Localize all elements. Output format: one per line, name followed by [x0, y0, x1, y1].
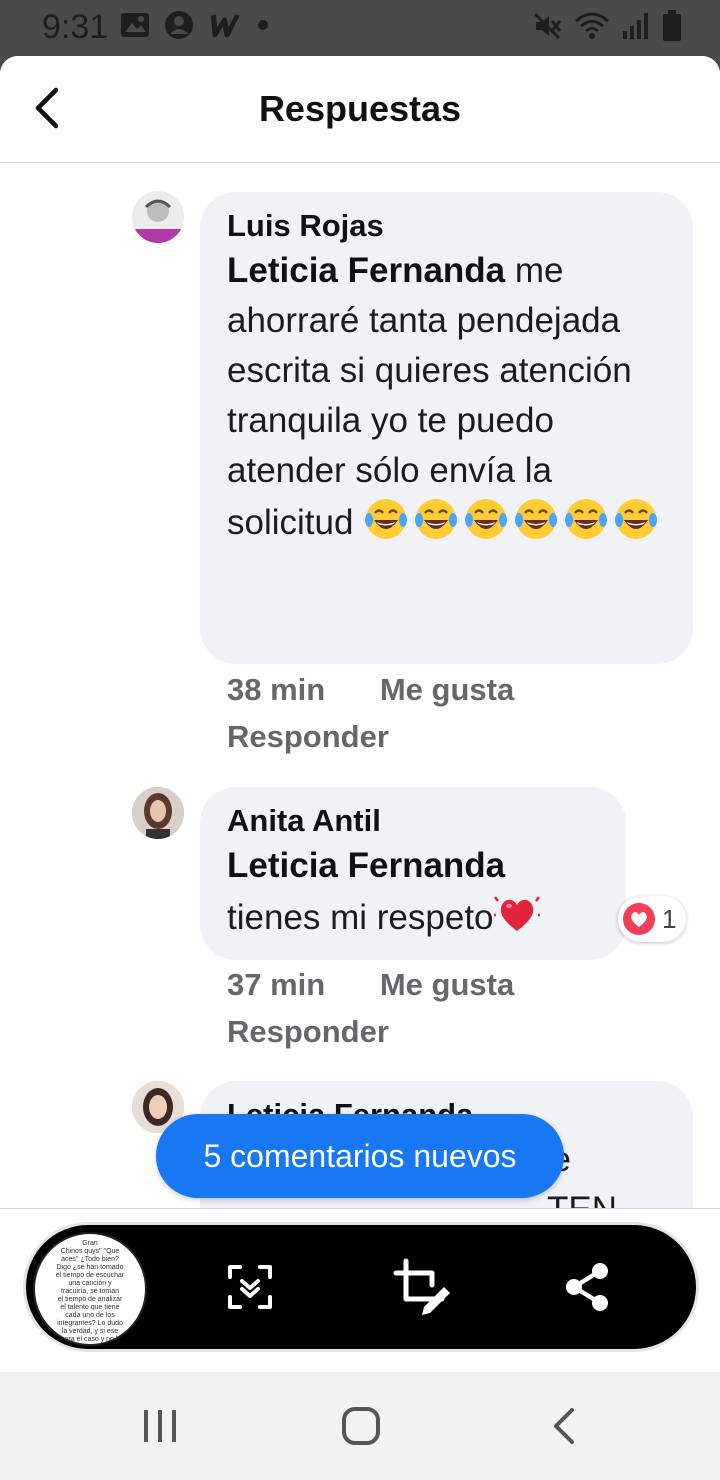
- like-button[interactable]: Me gusta: [380, 967, 514, 1002]
- thumbnail-text-line: fuera el caso y no le: [58, 1336, 122, 1343]
- signal-icon: [622, 11, 650, 46]
- avatar[interactable]: [132, 191, 184, 243]
- reply-button[interactable]: Responder: [227, 1008, 514, 1055]
- comment-body: tienes mi respeto: [227, 898, 494, 937]
- replies-sheet: Respuestas Luis Rojas Leticia Fernanda m…: [0, 56, 720, 1372]
- face-with-tears-of-joy-icon: [365, 499, 408, 539]
- thumbnail-text-line: cada uno de los: [65, 1312, 115, 1319]
- face-with-tears-of-joy-icon: [565, 499, 608, 539]
- status-right-icons: [532, 10, 682, 47]
- capture-toolbar-area: Gran Chinos quys" "Que aces" ¿Todo bien? Di…: [0, 1208, 720, 1372]
- thumbnail-text-line: el tiempo de analizar: [57, 1296, 123, 1303]
- face-with-tears-of-joy-icon: [615, 499, 658, 539]
- scroll-capture-icon: [228, 1265, 272, 1309]
- reply-button[interactable]: Responder: [227, 713, 514, 760]
- comment-bubble[interactable]: Anita Antil Leticia Fernanda tienes mi r…: [200, 787, 626, 960]
- avatar[interactable]: [132, 787, 184, 839]
- reaction-summary[interactable]: 1: [618, 896, 686, 942]
- thumbnail-text-line: aces" ¿Todo bien?: [61, 1256, 119, 1263]
- thumbnail-text-line: integrantes? Lo dudo: [57, 1320, 123, 1327]
- status-left-icons: [120, 10, 270, 45]
- recents-button[interactable]: [142, 1406, 178, 1451]
- mute-icon: [532, 11, 562, 46]
- battery-icon: [662, 10, 682, 47]
- face-with-tears-of-joy-icon: [415, 499, 458, 539]
- w-app-icon: [208, 12, 242, 43]
- header: Respuestas: [0, 56, 720, 163]
- share-icon: [566, 1263, 608, 1311]
- home-button[interactable]: [341, 1406, 381, 1451]
- back-icon: [554, 1408, 574, 1444]
- dot-icon: [256, 18, 270, 37]
- comment-text: Leticia Fernanda tienes mi respeto: [227, 841, 600, 943]
- mention-link[interactable]: Leticia Fernanda: [227, 251, 505, 290]
- status-time: 9:31: [42, 8, 109, 46]
- comment-actions: 38 min Me gusta Responder: [227, 666, 514, 760]
- thumbnail-text-line: tracuiría, se toman: [61, 1288, 119, 1295]
- comment-author[interactable]: Luis Rojas: [227, 206, 667, 246]
- comment-text: Leticia Fernanda me ahorraré tanta pende…: [227, 246, 667, 548]
- comment-bubble[interactable]: Luis Rojas Leticia Fernanda me ahorraré …: [200, 192, 693, 664]
- emoji-group: [363, 499, 663, 542]
- recents-icon: [144, 1410, 176, 1442]
- beating-heart-icon: [493, 896, 544, 937]
- scroll-capture-button[interactable]: [218, 1255, 282, 1319]
- screenshot-thumbnail[interactable]: Gran Chinos quys" "Que aces" ¿Todo bien? Di…: [33, 1232, 147, 1346]
- thumbnail-text-line: Digo ¿se han tomado: [56, 1264, 124, 1271]
- back-nav-button[interactable]: [550, 1406, 578, 1451]
- mention-link[interactable]: Leticia Fernanda: [227, 841, 600, 891]
- comment-author[interactable]: Anita Antil: [227, 801, 600, 841]
- like-button[interactable]: Me gusta: [380, 672, 514, 707]
- comments-list[interactable]: Luis Rojas Leticia Fernanda me ahorraré …: [0, 163, 720, 1208]
- comment-time: 38 min: [227, 672, 326, 707]
- status-bar: 9:31: [0, 0, 720, 56]
- face-with-tears-of-joy-icon: [465, 499, 508, 539]
- avatar-image: [132, 191, 184, 243]
- reaction-count: 1: [662, 903, 677, 934]
- thumbnail-text-line: el tiempo de escuchar: [55, 1272, 125, 1279]
- capture-toolbar: Gran Chinos quys" "Que aces" ¿Todo bien? Di…: [26, 1225, 696, 1349]
- share-button[interactable]: [556, 1255, 620, 1319]
- thumbnail-text-line: una canción y: [68, 1280, 112, 1287]
- love-reaction-icon: [623, 903, 655, 935]
- thumbnail-text-line: Chinos quys" "Que: [60, 1248, 120, 1255]
- new-comments-button[interactable]: 5 comentarios nuevos: [156, 1114, 564, 1198]
- image-icon: [120, 12, 150, 43]
- page-title: Respuestas: [258, 88, 462, 129]
- navigation-bar: [0, 1372, 720, 1480]
- wifi-icon: [574, 11, 610, 46]
- avatar-image: [132, 787, 184, 839]
- crop-edit-icon: [393, 1258, 450, 1315]
- crop-edit-button[interactable]: [388, 1255, 452, 1319]
- thumbnail-text-line: Gran: [82, 1240, 98, 1247]
- thumbnail-text: Gran Chinos quys" "Que aces" ¿Todo bien? Di…: [35, 1234, 145, 1346]
- face-with-tears-of-joy-icon: [515, 499, 558, 539]
- thumbnail-text-line: no creen que: [35, 1344, 145, 1346]
- thumbnail-text-line: la verdad, y si ese: [61, 1328, 119, 1335]
- comment-time: 37 min: [227, 967, 326, 1002]
- account-circle-icon: [164, 10, 194, 45]
- home-icon: [342, 1407, 380, 1445]
- thumbnail-text-line: el talento que tiene: [60, 1304, 120, 1311]
- comment-actions: 37 min Me gusta Responder: [227, 961, 514, 1055]
